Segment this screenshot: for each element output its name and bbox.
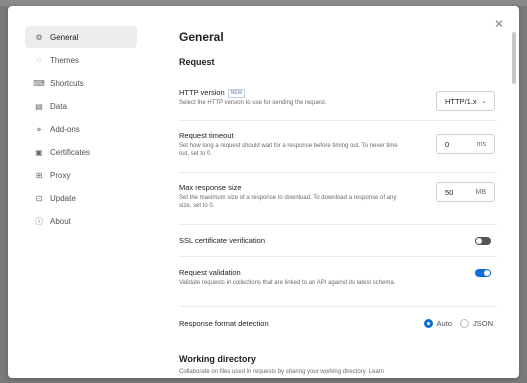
setting-max-response-size: Max response size Set the maximum size o… (179, 182, 497, 210)
divider (179, 256, 497, 257)
new-badge: NEW (227, 89, 246, 98)
request-timeout-unit: ms (476, 140, 486, 148)
ssl-verification-toggle[interactable] (475, 237, 491, 245)
sidebar-item-themes[interactable]: ◌ Themes (25, 49, 137, 71)
radio-json-label: JSON (472, 319, 493, 328)
sidebar-item-general[interactable]: ⚙ General (25, 26, 137, 48)
update-icon: ⊡ (35, 193, 43, 203)
radio-auto[interactable]: Auto (423, 319, 452, 328)
sidebar-item-label: Data (50, 101, 67, 111)
sidebar-item-update[interactable]: ⊡ Update (25, 187, 137, 209)
divider (179, 224, 497, 225)
divider (179, 306, 497, 307)
sidebar-item-data[interactable]: ▤ Data (25, 95, 137, 117)
section-title-working-directory: Working directory (179, 354, 256, 364)
certificate-icon: ▣ (35, 147, 43, 157)
working-directory-desc: Collaborate on files used in requests by… (179, 369, 384, 375)
sidebar-item-add-ons[interactable]: ⋄ Add-ons (25, 118, 137, 140)
info-icon: ⓘ (35, 216, 43, 226)
max-response-size-input[interactable]: 50 MB (436, 182, 495, 202)
max-response-size-desc: Set the maximum size of a response to do… (179, 195, 397, 209)
sidebar-item-about[interactable]: ⓘ About (25, 210, 137, 232)
max-response-size-unit: MB (475, 188, 487, 196)
sidebar-item-label: Add-ons (50, 124, 80, 134)
palette-icon: ◌ (36, 55, 42, 65)
ssl-verification-label: SSL certificate verification (179, 236, 266, 245)
http-version-value: HTTP/1.x (445, 96, 477, 106)
sidebar-item-label: Themes (50, 55, 79, 65)
max-response-size-value: 50 (445, 187, 454, 197)
http-version-label: HTTP version (179, 88, 225, 97)
chevron-down-icon: ⌄ (481, 98, 487, 105)
http-version-select[interactable]: HTTP/1.x ⌄ (436, 91, 495, 111)
request-validation-toggle[interactable] (475, 269, 491, 277)
setting-ssl-verification: SSL certificate verification (179, 236, 497, 246)
page-title: General (179, 30, 224, 44)
request-timeout-input[interactable]: 0 ms (436, 134, 495, 154)
request-timeout-desc: Set how long a request should wait for a… (179, 143, 398, 157)
http-version-desc: Select the HTTP version to use for sendi… (179, 100, 327, 106)
sidebar-item-label: General (50, 32, 79, 42)
keyboard-icon: ⌨ (33, 78, 45, 88)
sidebar-item-certificates[interactable]: ▣ Certificates (25, 141, 137, 163)
sidebar-item-proxy[interactable]: ⊞ Proxy (25, 164, 137, 186)
sidebar-item-label: Update (50, 193, 76, 203)
divider (179, 120, 497, 121)
sidebar-item-label: Shortcuts (50, 78, 84, 88)
sidebar-item-shortcuts[interactable]: ⌨ Shortcuts (25, 72, 137, 94)
settings-modal: ✕ ⚙ General ◌ Themes ⌨ Shortcuts ▤ Data … (8, 6, 519, 378)
setting-response-format: Response format detection Auto JSON (179, 319, 497, 329)
request-timeout-value: 0 (445, 139, 450, 149)
settings-content: General Request HTTP version NEW Select t… (179, 6, 504, 378)
database-icon: ▤ (35, 101, 43, 111)
response-format-radio-group: Auto JSON (416, 319, 493, 328)
request-validation-label: Request validation (179, 268, 241, 277)
request-validation-desc: Validate requests in collections that ar… (179, 280, 396, 286)
divider (179, 172, 497, 173)
proxy-icon: ⊞ (35, 170, 43, 180)
setting-http-version: HTTP version NEW Select the HTTP version … (179, 88, 497, 111)
sidebar-item-label: About (50, 216, 71, 226)
section-title-request: Request (179, 57, 215, 67)
radio-json[interactable]: JSON (459, 319, 493, 328)
setting-request-validation: Request validation Validate requests in … (179, 268, 497, 287)
gear-icon: ⚙ (35, 32, 43, 42)
sidebar-item-label: Certificates (50, 147, 91, 157)
setting-request-timeout: Request timeout Set how long a request s… (179, 131, 497, 158)
scrollbar-thumb[interactable] (512, 32, 516, 84)
plugin-icon: ⋄ (36, 124, 42, 134)
settings-sidebar: ⚙ General ◌ Themes ⌨ Shortcuts ▤ Data ⋄ … (25, 26, 137, 233)
sidebar-item-label: Proxy (50, 170, 71, 180)
radio-auto-label: Auto (436, 319, 452, 328)
